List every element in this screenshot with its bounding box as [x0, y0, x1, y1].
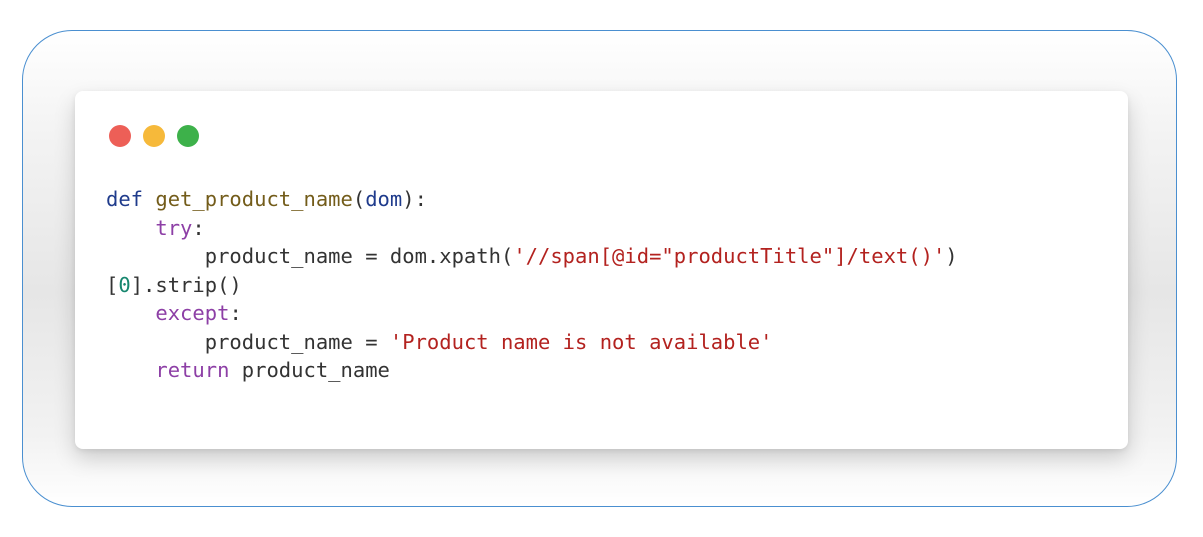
colon: : — [192, 215, 205, 240]
paren-open: ( — [352, 187, 366, 211]
param-dom: dom — [365, 187, 403, 211]
outer-frame: def get_product_name(dom): try: product_… — [22, 30, 1177, 507]
code-line-4: [0].strip() — [106, 271, 958, 300]
code-line-7: return product_name — [106, 356, 958, 385]
strip-call: ].strip() — [130, 272, 242, 297]
paren-close: ) — [945, 244, 958, 268]
code-line-3: product_name = dom.xpath('//span[@id="pr… — [106, 242, 958, 271]
close-button-dot-icon — [109, 125, 131, 147]
keyword-except: except — [155, 301, 230, 325]
bracket-open: [ — [106, 272, 119, 297]
keyword-return: return — [155, 358, 230, 382]
code-line-6: product_name = 'Product name is not avai… — [106, 328, 958, 357]
code-line-2: try: — [106, 214, 958, 243]
code-card: def get_product_name(dom): try: product_… — [75, 91, 1128, 449]
window-controls — [109, 125, 199, 147]
assignment-xpath: product_name = dom.xpath( — [204, 244, 514, 268]
return-value: product_name — [229, 358, 390, 382]
maximize-button-dot-icon — [177, 125, 199, 147]
assignment-fallback: product_name = — [204, 329, 390, 354]
function-name: get_product_name — [155, 187, 353, 211]
code-block: def get_product_name(dom): try: product_… — [106, 185, 958, 385]
fallback-string: 'Product name is not available' — [389, 329, 773, 354]
xpath-string: '//span[@id="productTitle"]/text()' — [513, 244, 946, 268]
colon: : — [229, 301, 242, 325]
code-line-1: def get_product_name(dom): — [106, 185, 958, 214]
keyword-def: def — [106, 187, 144, 211]
keyword-try: try — [155, 215, 193, 240]
minimize-button-dot-icon — [143, 125, 165, 147]
paren-close: ): — [402, 187, 427, 211]
index-number: 0 — [118, 272, 131, 297]
code-line-5: except: — [106, 299, 958, 328]
